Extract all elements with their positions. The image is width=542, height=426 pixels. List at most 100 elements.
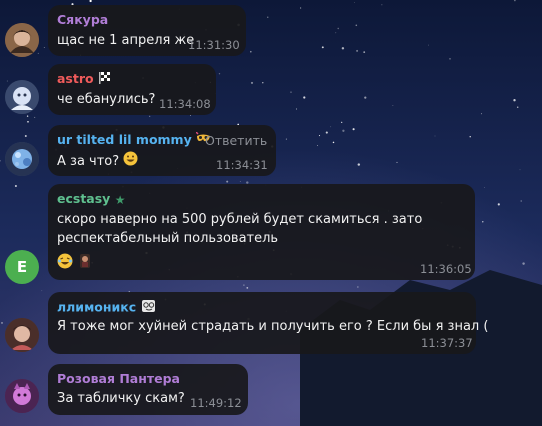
star-dot [519,169,521,171]
star-dot [246,287,249,289]
message-text-line: респектабельный пользователь [57,231,279,246]
star-dot [357,286,359,288]
star-dot [434,135,436,137]
message-time: 11:36:05 [420,262,472,276]
star-dot [6,80,8,82]
avatar-rozovaya-pantera[interactable] [5,379,39,413]
star-dot [364,96,367,99]
avatar-letter: E [16,258,28,276]
grinning-face-icon [123,151,138,172]
star-dot [516,106,519,108]
avatar-llimoniks[interactable] [5,318,39,352]
star-dot [321,46,324,49]
star-dot [24,135,27,137]
star-dot [37,52,39,54]
laughing-face-icon [57,253,73,273]
star-dot [335,32,337,34]
star-dot [337,27,339,30]
reply-link[interactable]: Ответить [205,133,267,149]
star-dot [285,138,287,140]
author-name: ecstasy [57,191,111,206]
message-text-content: А за что? [57,154,120,169]
message-bubble[interactable]: Розовая Пантера За табличку скам? 11:49:… [48,364,248,415]
message-text: Я тоже мог хуйней страдать и получить ег… [57,319,489,334]
author-name: ллимоникс [57,299,137,315]
message-bubble[interactable]: astro че ебанулись? 11:34:08 [48,64,216,115]
star-dot [226,180,229,183]
star-dot [290,91,292,93]
star-dot [381,4,383,6]
star-dot [250,50,252,53]
star-dot [497,203,500,206]
star-dot [190,115,191,116]
star-dot [299,7,302,9]
star-dot [513,99,516,102]
message-time: 11:49:12 [190,396,242,410]
star-dot [27,121,29,123]
star-dot [363,51,366,53]
star-dot [484,187,485,188]
message-text: че ебанулись? [57,92,156,107]
star-dot [14,184,17,188]
avatar-syakura[interactable] [5,23,39,57]
star-dot [356,49,359,52]
message-bubble[interactable]: Сякура щас не 1 апреля же 11:31:30 [48,5,246,56]
nerd-face-icon [141,299,157,317]
star-dot [243,284,245,286]
star-dot [41,290,43,292]
message-author[interactable]: ллимоникс [57,299,157,317]
star-dot [317,145,318,146]
star-dot [26,115,29,117]
star-dot [330,126,332,128]
message-author[interactable]: ur tilted lil mommy [57,131,211,149]
star-dot [332,141,335,144]
star-dot [296,108,297,110]
message-author[interactable]: ecstasy ★ [57,191,125,208]
star-icon: ★ [114,192,126,207]
star-dot [303,96,306,99]
message-author[interactable]: Розовая Пантера [57,371,180,387]
checkered-flag-icon [98,71,112,88]
star-dot [218,73,221,75]
star-dot [352,128,355,131]
avatar-astro[interactable] [5,80,39,114]
star-dot [342,129,345,132]
message-time: 11:37:37 [421,336,473,350]
star-dot [250,81,254,84]
star-dot [520,200,522,202]
star-dot [357,163,361,166]
star-dot [239,180,241,182]
star-dot [325,131,328,134]
avatar-ur-tilted-lil-mommy[interactable] [5,142,39,176]
author-name: ur tilted lil mommy [57,132,192,147]
message-bubble[interactable]: ur tilted lil mommy Ответить А за что? 1… [48,125,276,176]
avatar-ecstasy[interactable]: E [5,250,39,284]
message-time: 11:31:30 [188,38,240,52]
star-dot [341,121,343,123]
sticker-icon [78,253,92,273]
star-dot [354,2,356,3]
star-dot [43,47,45,48]
message-text-line: скоро наверно на 500 рублей будет скамит… [57,212,423,227]
star-dot [428,44,429,46]
star-dot [449,58,451,60]
star-dot [392,105,394,106]
star-dot [522,262,525,265]
star-dot [1,321,3,324]
star-dot [469,136,471,138]
star-dot [262,82,264,84]
star-dot [482,221,484,223]
star-dot [355,24,358,27]
message-text: щас не 1 апреля же [57,33,195,48]
message-bubble[interactable]: ecstasy ★ скоро наверно на 500 рублей бу… [48,184,475,280]
message-author[interactable]: Сякура [57,12,108,28]
message-bubble[interactable]: ллимоникс Я тоже мог хуйней страдать и п… [48,292,488,354]
star-dot [480,113,483,115]
message-text: За табличку скам? [57,391,185,406]
author-name: astro [57,71,94,86]
star-dot [267,16,269,18]
star-dot [396,161,398,163]
message-author[interactable]: astro [57,71,112,88]
star-dot [318,135,321,137]
message-emoji-row [57,252,92,273]
